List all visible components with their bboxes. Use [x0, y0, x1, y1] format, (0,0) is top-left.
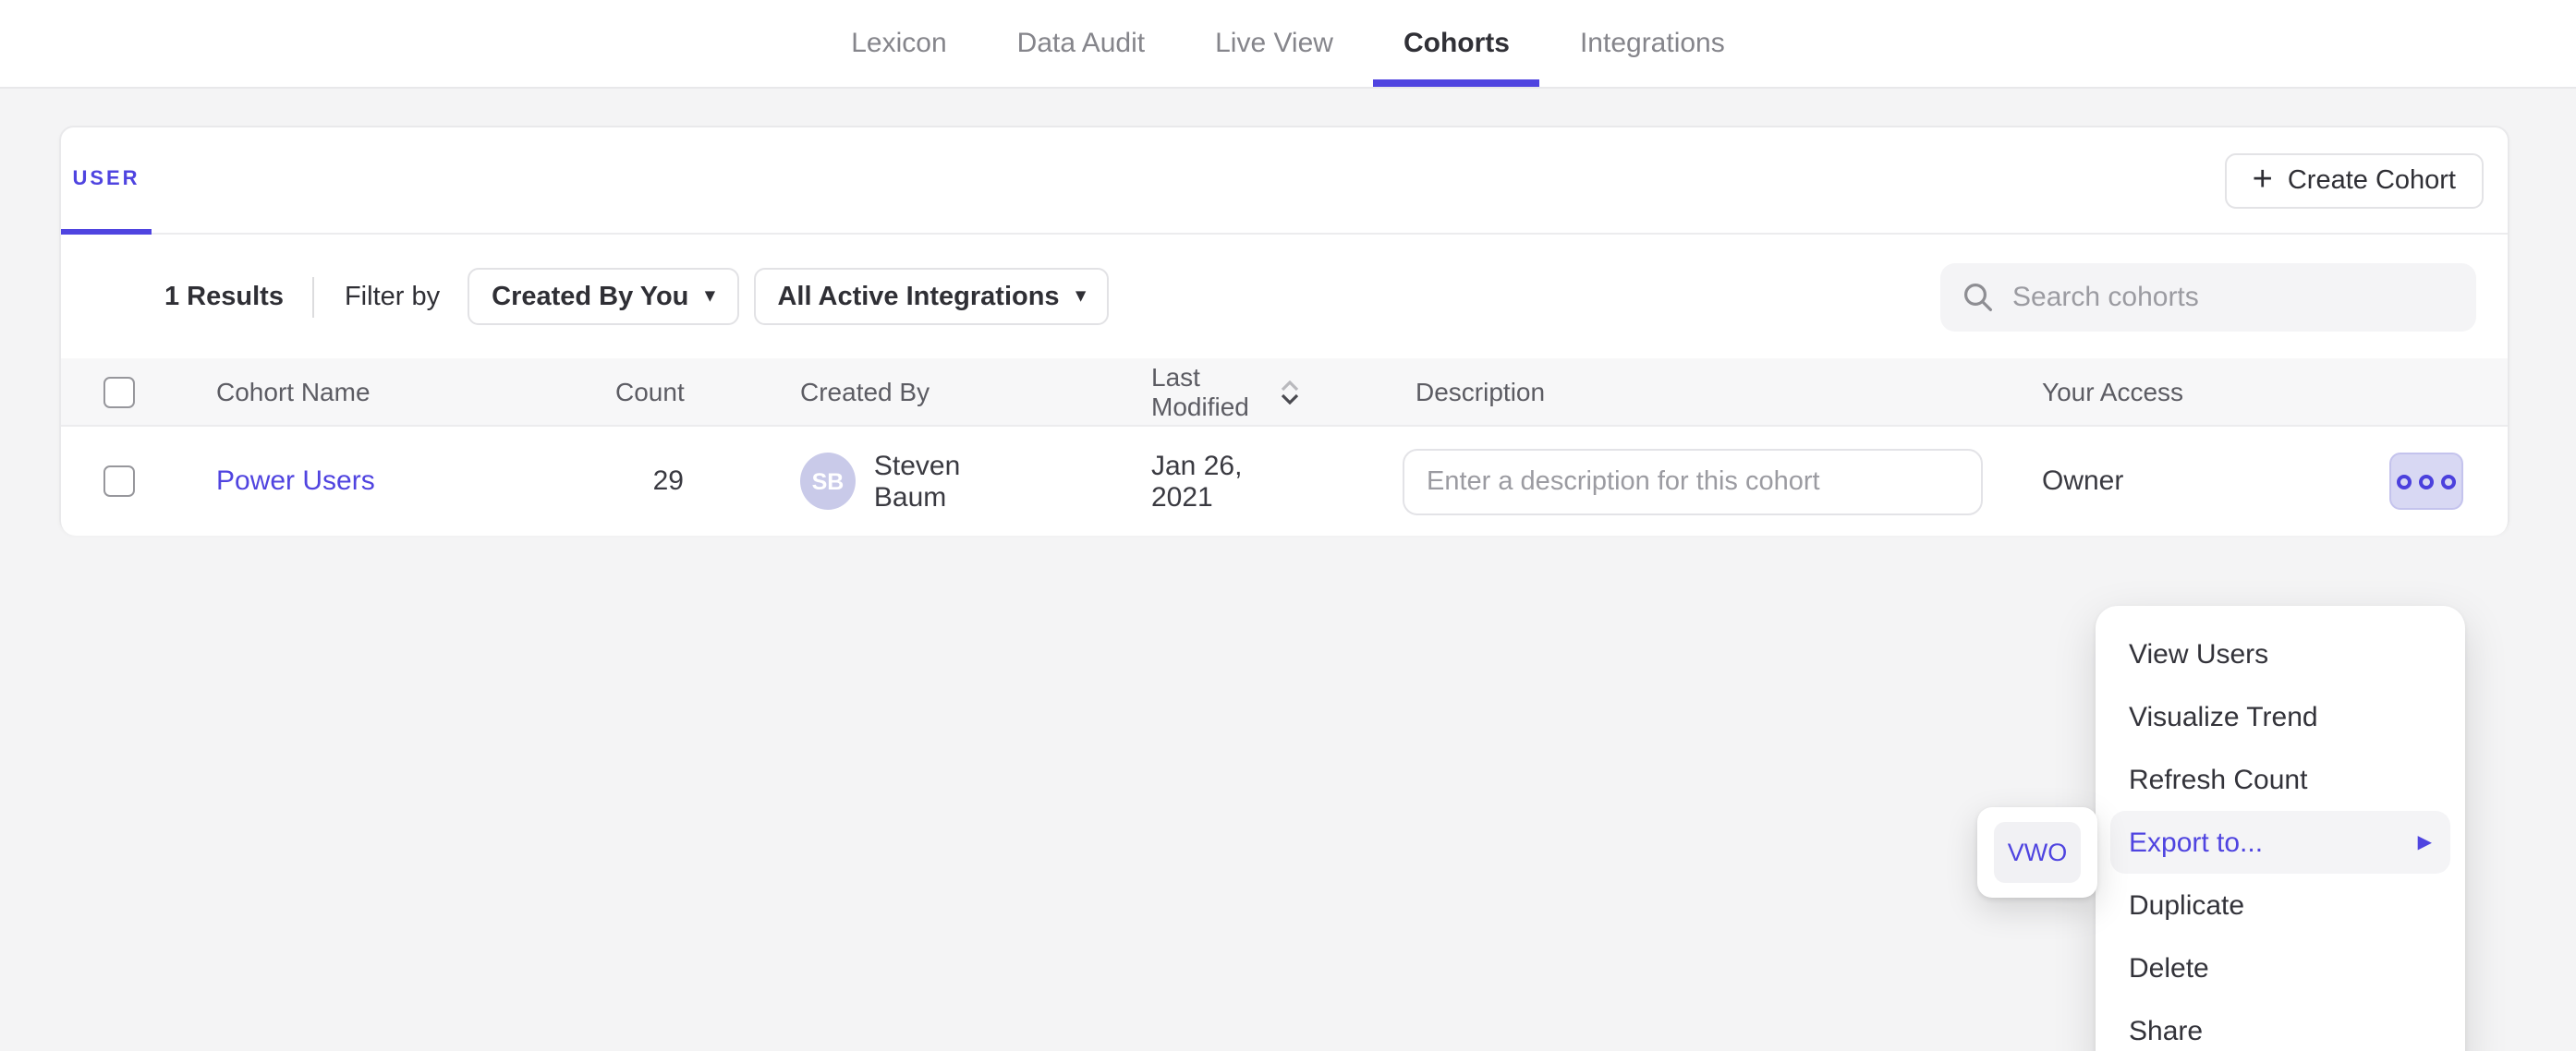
menu-item-duplicate[interactable]: Duplicate: [2110, 874, 2450, 936]
caret-down-icon: ▾: [1076, 286, 1086, 307]
filter-toolbar: 1 Results Filter by Created By You ▾ All…: [61, 235, 2508, 358]
more-icon: [2441, 474, 2456, 489]
menu-item-share[interactable]: Share: [2110, 999, 2450, 1051]
export-submenu: VWO: [1977, 807, 2097, 898]
created-by-name: Steven Baum: [874, 450, 1035, 513]
sort-icon[interactable]: [1281, 380, 1299, 404]
column-header-count[interactable]: Count: [615, 377, 684, 406]
menu-item-view-users[interactable]: View Users: [2110, 622, 2450, 685]
column-header-created-by[interactable]: Created By: [684, 377, 1035, 406]
tab-lexicon[interactable]: Lexicon: [821, 0, 976, 87]
nav-tabs: Lexicon Data Audit Live View Cohorts Int…: [821, 0, 1755, 87]
access-value: Owner: [1926, 465, 2375, 497]
description-input[interactable]: [1403, 448, 1983, 514]
toolbar-divider: [313, 276, 315, 317]
integrations-dropdown-value: All Active Integrations: [777, 282, 1059, 311]
menu-item-visualize-trend[interactable]: Visualize Trend: [2110, 685, 2450, 748]
column-header-description[interactable]: Description: [1299, 377, 1926, 406]
created-by-dropdown[interactable]: Created By You ▾: [468, 268, 738, 325]
tab-integrations[interactable]: Integrations: [1550, 0, 1755, 87]
cohort-type-tabs-row: USER + Create Cohort: [61, 127, 2508, 235]
create-cohort-button[interactable]: + Create Cohort: [2225, 153, 2484, 209]
integrations-dropdown[interactable]: All Active Integrations ▾: [753, 268, 1109, 325]
page-background: USER + Create Cohort 1 Results Filter by…: [0, 89, 2576, 1051]
tab-user-cohorts[interactable]: USER: [61, 127, 152, 235]
last-modified-value: Jan 26, 2021: [1035, 450, 1299, 513]
create-cohort-label: Create Cohort: [2288, 166, 2456, 196]
tab-live-view[interactable]: Live View: [1185, 0, 1363, 87]
search-icon: [1962, 281, 1994, 312]
plus-icon: +: [2253, 162, 2273, 197]
submenu-arrow-icon: ▶: [2418, 832, 2432, 852]
caret-down-icon: ▾: [705, 286, 714, 307]
created-by-dropdown-value: Created By You: [492, 282, 688, 311]
menu-item-export-to[interactable]: Export to... ▶: [2110, 811, 2450, 874]
row-more-actions-button[interactable]: [2389, 453, 2463, 510]
last-modified-label: Last Modified: [1151, 362, 1270, 421]
column-header-last-modified[interactable]: Last Modified: [1035, 362, 1299, 421]
cohort-name-link[interactable]: Power Users: [216, 465, 375, 497]
search-cohorts-input[interactable]: [2012, 281, 2454, 312]
results-count: 1 Results: [164, 282, 284, 311]
filter-by-label: Filter by: [345, 282, 440, 311]
row-actions-menu: View Users Visualize Trend Refresh Count…: [2096, 606, 2465, 1051]
tab-cohorts[interactable]: Cohorts: [1374, 0, 1539, 87]
created-by-cell: SB Steven Baum: [684, 450, 1035, 513]
menu-item-refresh-count[interactable]: Refresh Count: [2110, 748, 2450, 811]
cohorts-card: USER + Create Cohort 1 Results Filter by…: [59, 126, 2509, 534]
column-header-your-access[interactable]: Your Access: [1926, 377, 2375, 406]
more-icon: [2397, 474, 2412, 489]
avatar: SB: [800, 453, 856, 510]
table-row: Power Users 29 SB Steven Baum Jan 26, 20…: [61, 427, 2508, 536]
search-cohorts-box[interactable]: [1940, 262, 2476, 331]
app-stage: Lexicon Data Audit Live View Cohorts Int…: [0, 0, 2576, 1051]
submenu-item-vwo[interactable]: VWO: [1994, 822, 2081, 883]
cohort-count: 29: [615, 465, 684, 497]
select-all-checkbox[interactable]: [103, 376, 135, 407]
menu-item-delete[interactable]: Delete: [2110, 936, 2450, 999]
more-icon: [2419, 474, 2434, 489]
export-to-label: Export to...: [2129, 827, 2263, 858]
tab-data-audit[interactable]: Data Audit: [988, 0, 1174, 87]
top-navigation-bar: Lexicon Data Audit Live View Cohorts Int…: [0, 0, 2576, 89]
row-checkbox[interactable]: [103, 465, 135, 497]
table-header: Cohort Name Count Created By Last Modifi…: [61, 358, 2508, 427]
column-header-cohort-name[interactable]: Cohort Name: [216, 377, 615, 406]
